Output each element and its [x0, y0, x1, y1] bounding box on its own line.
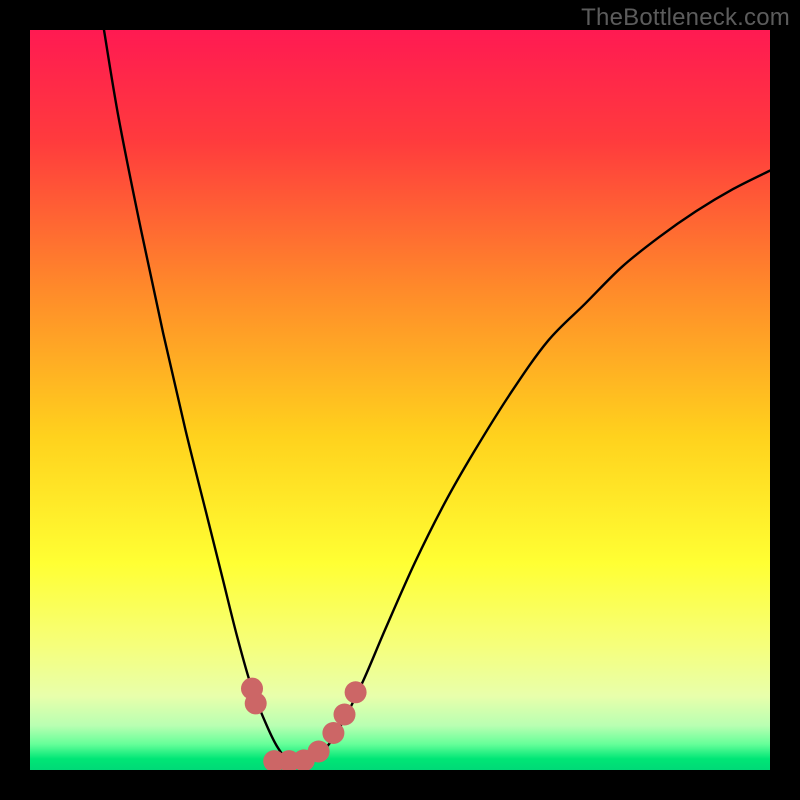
chart-frame: TheBottleneck.com [0, 0, 800, 800]
plot-area [30, 30, 770, 770]
curve-marker [322, 722, 344, 744]
curve-marker [245, 692, 267, 714]
curve-marker [308, 741, 330, 763]
gradient-background [30, 30, 770, 770]
curve-marker [345, 681, 367, 703]
curve-marker [334, 704, 356, 726]
chart-svg [30, 30, 770, 770]
watermark-text: TheBottleneck.com [581, 4, 790, 32]
